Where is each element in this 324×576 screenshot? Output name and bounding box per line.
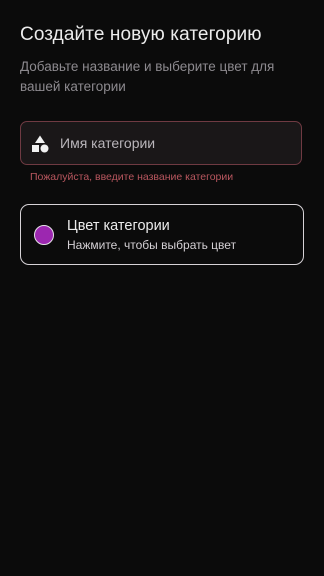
color-card-hint: Нажмите, чтобы выбрать цвет	[67, 238, 237, 252]
category-name-input[interactable]	[60, 122, 296, 164]
name-error-message: Пожалуйста, введите название категории	[30, 171, 234, 183]
category-name-field[interactable]	[20, 121, 302, 165]
create-category-screen: Создайте новую категорию Добавьте назван…	[0, 0, 324, 576]
color-card-title: Цвет категории	[67, 218, 170, 234]
category-color-button[interactable]: Цвет категории Нажмите, чтобы выбрать цв…	[20, 204, 304, 265]
shapes-icon	[32, 135, 49, 153]
selected-color-swatch	[34, 225, 54, 245]
page-subtitle: Добавьте название и выберите цвет для ва…	[20, 59, 275, 94]
page-title: Создайте новую категорию	[20, 24, 262, 45]
